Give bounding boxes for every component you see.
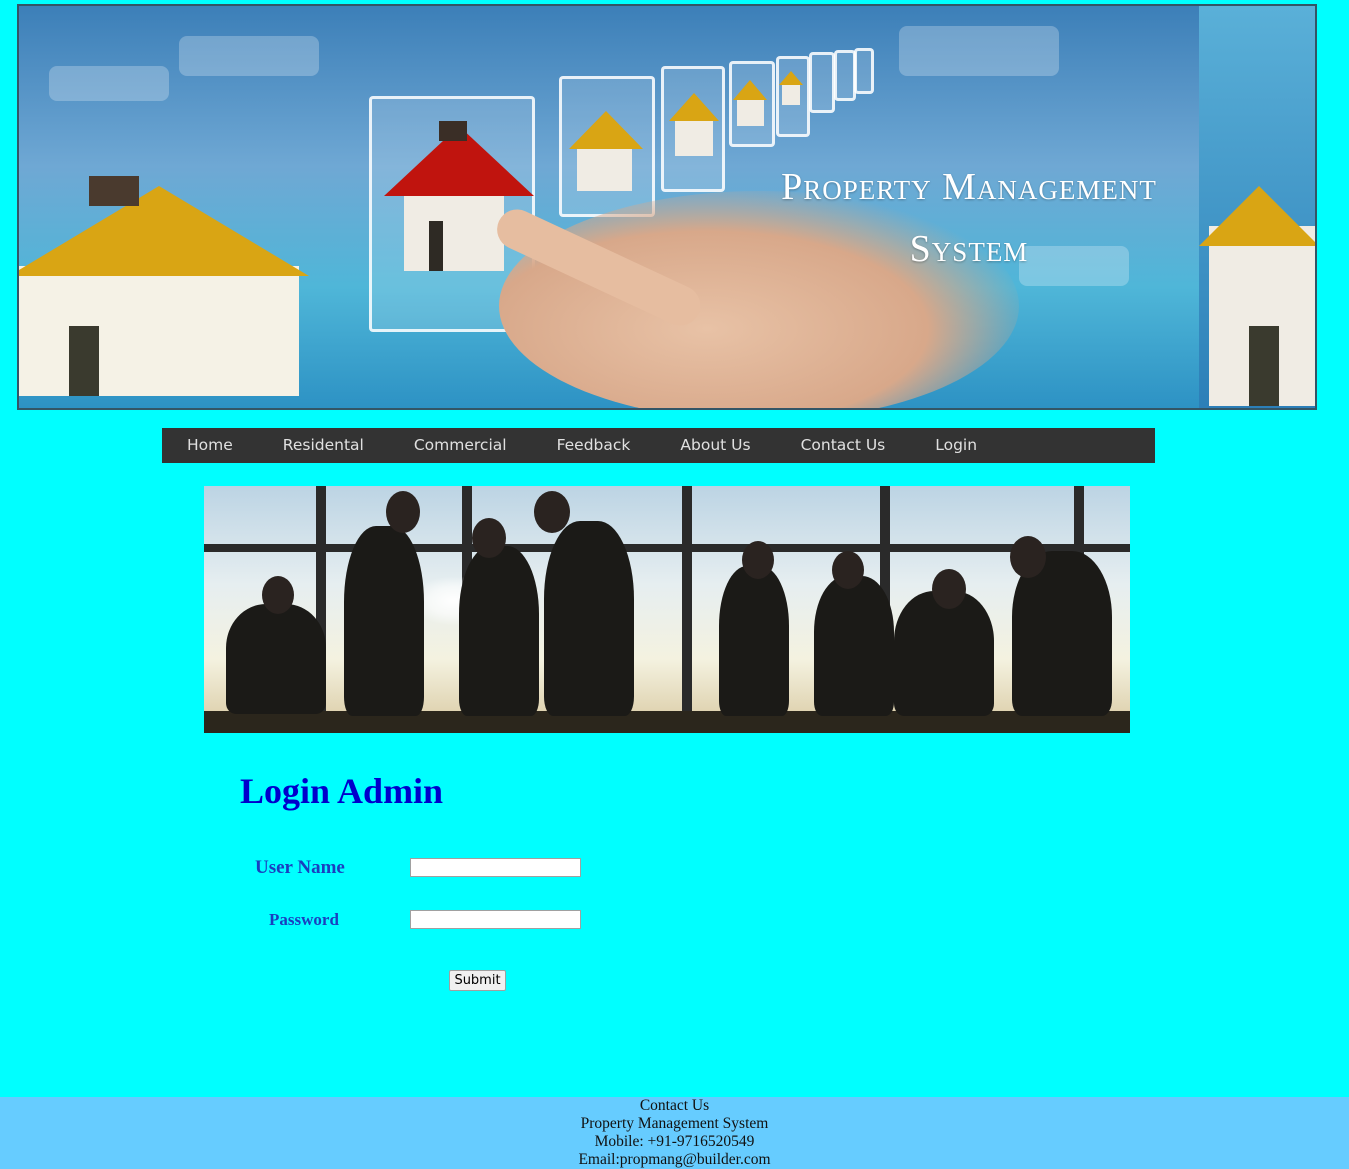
nav-item-login[interactable]: Login xyxy=(910,428,1002,463)
banner-title-line1: Property Management xyxy=(781,166,1157,208)
footer-company-name: Property Management System xyxy=(580,1115,769,1132)
username-input[interactable] xyxy=(410,858,581,877)
banner-title: Property Management System xyxy=(729,156,1209,280)
team-photo xyxy=(204,486,1130,733)
nav-item-home[interactable]: Home xyxy=(162,428,258,463)
house-icon xyxy=(19,176,319,406)
nav-item-feedback[interactable]: Feedback xyxy=(532,428,656,463)
footer-email: Email:propmang@builder.com xyxy=(578,1151,771,1168)
footer: Contact Us Property Management System Mo… xyxy=(0,1097,1349,1169)
nav-item-commercial[interactable]: Commercial xyxy=(389,428,532,463)
nav-item-contact-us[interactable]: Contact Us xyxy=(776,428,911,463)
login-title: Login Admin xyxy=(240,771,444,811)
banner-title-line2: System xyxy=(909,228,1029,270)
main-nav: Home Residental Commercial Feedback Abou… xyxy=(162,428,1155,463)
header-banner-image: Property Management System xyxy=(17,4,1317,410)
footer-contact-heading: Contact Us xyxy=(639,1097,710,1114)
username-label: User Name xyxy=(255,857,345,878)
submit-button[interactable]: Submit xyxy=(449,970,506,991)
house-icon-featured xyxy=(384,121,534,281)
nav-item-residental[interactable]: Residental xyxy=(258,428,389,463)
footer-mobile: Mobile: +91-9716520549 xyxy=(594,1133,755,1150)
nav-item-about-us[interactable]: About Us xyxy=(655,428,775,463)
password-label: Password xyxy=(269,910,339,929)
password-input[interactable] xyxy=(410,910,581,929)
